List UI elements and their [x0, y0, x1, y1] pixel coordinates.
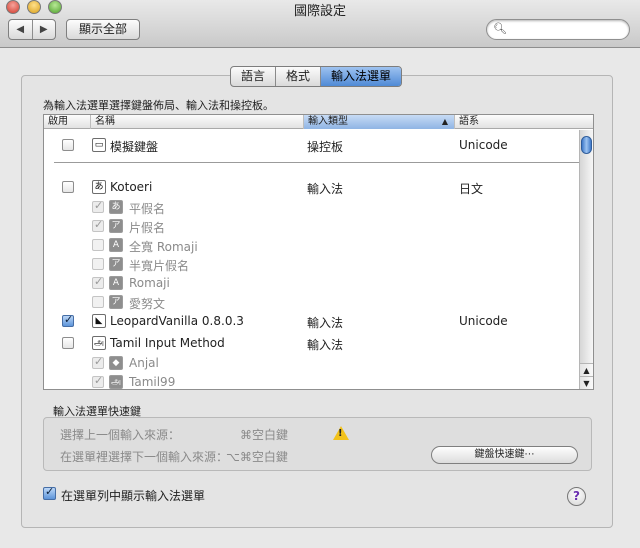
row-name: 全寬 Romaji [129, 240, 198, 254]
tab-formats[interactable]: 格式 [276, 67, 322, 86]
leopardvanilla-icon: ◣ [92, 314, 106, 328]
hiragana-icon: あ [109, 200, 123, 214]
anjal-icon: ◆ [109, 356, 123, 370]
fullwidth-romaji-icon: A [109, 238, 123, 252]
table-header: 啟用 名稱 輸入類型 ▲ 語系 [44, 115, 593, 129]
enable-checkbox[interactable] [92, 218, 104, 232]
forward-button[interactable]: ▶ [33, 20, 56, 39]
row-input-type: 輸入法 [307, 338, 344, 352]
window-title: 國際設定 [293, 4, 346, 19]
row-name: Kotoeri [110, 180, 153, 194]
table-row[interactable]: A 全寬 Romaji [44, 235, 581, 255]
enable-checkbox[interactable] [92, 258, 104, 270]
show-input-menu-checkbox[interactable] [43, 485, 56, 500]
table-row[interactable]: ア半寬片假名 [44, 254, 581, 274]
enable-checkbox[interactable] [62, 337, 74, 349]
table-row[interactable]: ◣ LeopardVanilla 0.8.0.3 輸入法 Unicode [44, 311, 581, 331]
back-button[interactable]: ◀ [9, 20, 33, 39]
keyboard-viewer-icon: ▭ [92, 138, 106, 152]
table-row[interactable]: ▭ 模擬鍵盤 操控板 Unicode [44, 135, 581, 155]
enable-checkbox[interactable] [92, 239, 104, 251]
row-name: 片假名 [129, 221, 166, 235]
romaji-icon: A [109, 276, 123, 290]
help-button[interactable]: ? [567, 487, 586, 506]
row-separator [54, 162, 579, 163]
row-name: 愛努文 [129, 297, 166, 311]
row-name: 平假名 [129, 202, 166, 216]
row-name: 模擬鍵盤 [110, 140, 159, 154]
tab-language[interactable]: 語言 [231, 67, 277, 86]
enable-checkbox[interactable] [92, 355, 104, 369]
row-script: Unicode [459, 138, 508, 152]
enable-checkbox[interactable] [92, 199, 104, 213]
row-name: LeopardVanilla 0.8.0.3 [110, 314, 244, 328]
table-row[interactable]: あ Kotoeri 輸入法 日文 [44, 177, 581, 197]
enable-checkbox[interactable] [92, 296, 104, 308]
enable-checkbox[interactable] [62, 181, 74, 193]
row-name: Romaji [129, 276, 170, 290]
row-name: Tamil99 [129, 375, 176, 389]
prev-source-label: 選擇上一個輸入來源： [60, 428, 181, 442]
row-script: 日文 [459, 182, 484, 196]
next-source-shortcut: ⌥⌘空白鍵 [226, 450, 288, 464]
table-row[interactable]: அ Tamil Input Method 輸入法 [44, 333, 581, 353]
search-icon: 🔍︎ [493, 22, 507, 35]
column-header-input-type[interactable]: 輸入類型 ▲ [304, 115, 455, 129]
pane-description: 為輸入法選單選擇鍵盤佈局、輸入法和操控板。 [43, 99, 274, 112]
table-row[interactable]: ◆ Anjal [44, 353, 581, 373]
tab-input-menu[interactable]: 輸入法選單 [321, 67, 402, 86]
search-field[interactable]: 🔍︎ [486, 19, 630, 40]
tamil99-icon: அ [109, 375, 123, 389]
enable-checkbox[interactable] [62, 139, 74, 151]
column-header-script[interactable]: 語系 [455, 115, 581, 129]
row-input-type: 操控板 [307, 140, 344, 154]
row-input-type: 輸入法 [307, 316, 344, 330]
halfwidth-katakana-icon: ア [109, 257, 123, 271]
kotoeri-icon: あ [92, 180, 106, 194]
table-row[interactable]: ア愛努文 [44, 292, 581, 312]
scroll-up-arrow-icon[interactable]: ▲ [580, 363, 593, 376]
table-row[interactable]: அ Tamil99 [44, 372, 581, 389]
row-name: Anjal [129, 356, 159, 370]
column-header-name[interactable]: 名稱 [91, 115, 304, 129]
table-row[interactable]: あ平假名 [44, 197, 581, 217]
table-row[interactable]: ア片假名 [44, 216, 581, 236]
scroll-thumb[interactable] [581, 136, 592, 154]
show-all-button[interactable]: 顯示全部 [66, 19, 140, 40]
enable-checkbox[interactable] [92, 374, 104, 388]
enable-checkbox[interactable] [92, 275, 104, 289]
title-bar: 國際設定 ◀ ▶ 顯示全部 🔍︎ [0, 0, 640, 48]
row-name: 半寬片假名 [129, 259, 190, 273]
warning-exclamation-icon: ! [338, 428, 343, 439]
back-forward-control: ◀ ▶ [8, 19, 56, 40]
row-name: Tamil Input Method [110, 336, 225, 350]
column-header-enabled[interactable]: 啟用 [44, 115, 91, 129]
column-header-input-type-label: 輸入類型 [308, 116, 348, 127]
prev-source-shortcut: ⌘空白鍵 [240, 428, 289, 442]
keyboard-shortcuts-button[interactable]: 鍵盤快速鍵⋯ [431, 446, 578, 464]
scroll-down-arrow-icon[interactable]: ▼ [580, 376, 593, 389]
row-script: Unicode [459, 314, 508, 328]
show-input-menu-label[interactable]: 在選單列中顯示輸入法選單 [61, 487, 205, 504]
tab-bar: 語言 格式 輸入法選單 [230, 66, 403, 87]
vertical-scrollbar[interactable]: ▲ ▼ [579, 130, 593, 389]
tamil-icon: அ [92, 336, 106, 350]
sort-ascending-icon: ▲ [441, 117, 448, 126]
ainu-icon: ア [109, 295, 123, 309]
input-sources-table: 啟用 名稱 輸入類型 ▲ 語系 ▭ 模擬鍵盤 操控板 Unicode あ Kotoeri 輸… [43, 114, 594, 390]
enable-checkbox[interactable] [62, 313, 74, 327]
table-row[interactable]: A Romaji [44, 273, 581, 293]
next-source-label: 在選單裡選擇下一個輸入來源： [60, 450, 229, 464]
katakana-icon: ア [109, 219, 123, 233]
row-input-type: 輸入法 [307, 182, 344, 196]
